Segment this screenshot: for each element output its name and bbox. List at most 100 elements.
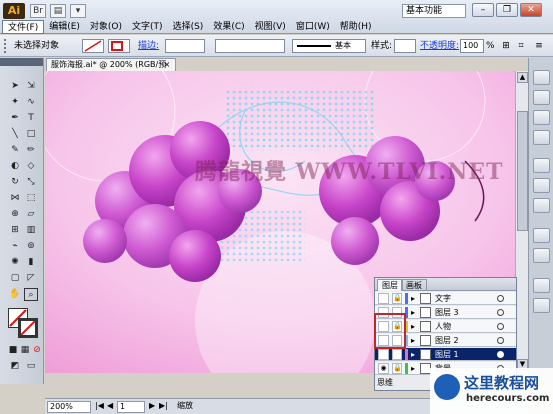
tab-layers[interactable]: 图层 bbox=[377, 279, 403, 291]
lock-icon[interactable]: 🔒 bbox=[392, 293, 402, 304]
tab-artboards[interactable]: 画板 bbox=[401, 279, 427, 291]
swatches-panel-icon[interactable] bbox=[533, 90, 550, 105]
transparency-panel-icon[interactable] bbox=[533, 198, 550, 213]
shape-builder-tool-icon[interactable]: ⊕ bbox=[8, 208, 22, 221]
color-panel-icon[interactable] bbox=[533, 70, 550, 85]
gradient-tool-icon[interactable]: ▥ bbox=[24, 224, 38, 237]
status-text[interactable]: 缩放 bbox=[175, 401, 325, 413]
target-icon[interactable] bbox=[497, 295, 504, 302]
pen-tool-icon[interactable]: ✒ bbox=[8, 112, 22, 125]
direct-selection-tool-icon[interactable]: ⇲ bbox=[24, 80, 38, 93]
lasso-tool-icon[interactable]: ∿ bbox=[24, 96, 38, 109]
brushes-panel-icon[interactable] bbox=[533, 110, 550, 125]
symbol-sprayer-tool-icon[interactable]: ✺ bbox=[8, 256, 22, 269]
graphic-style-select[interactable] bbox=[394, 39, 416, 53]
type-tool-icon[interactable]: T bbox=[24, 112, 38, 125]
slice-tool-icon[interactable]: ◸ bbox=[24, 272, 38, 285]
scroll-up-icon[interactable]: ▲ bbox=[517, 72, 528, 83]
perspective-grid-tool-icon[interactable]: ▱ bbox=[24, 208, 38, 221]
menu-object[interactable]: 对象(O) bbox=[85, 20, 127, 34]
document-tab[interactable]: 服饰海报.ai* @ 200% (RGB/预览) × bbox=[46, 58, 176, 81]
stroke-weight-field[interactable] bbox=[165, 39, 205, 53]
first-page-icon[interactable]: |◀ bbox=[95, 401, 104, 410]
blob-brush-tool-icon[interactable]: ◐ bbox=[8, 160, 22, 173]
menu-help[interactable]: 帮助(H) bbox=[335, 20, 377, 34]
bridge-icon[interactable]: Br bbox=[30, 4, 46, 18]
rotate-tool-icon[interactable]: ↻ bbox=[8, 176, 22, 189]
transform-icon[interactable]: ⌗ bbox=[515, 39, 527, 53]
next-page-icon[interactable]: ▶ bbox=[149, 401, 155, 410]
eye-icon[interactable]: ◉ bbox=[378, 363, 389, 374]
opacity-link[interactable]: 不透明度: bbox=[420, 39, 459, 53]
screen-mode-icon[interactable]: ▭ bbox=[24, 360, 38, 373]
arrange-menu-icon[interactable]: ▾ bbox=[70, 4, 86, 18]
lock-icon[interactable]: 🔒 bbox=[392, 363, 402, 374]
paintbrush-tool-icon[interactable]: ✎ bbox=[8, 144, 22, 157]
previous-page-icon[interactable]: ◀ bbox=[107, 401, 113, 410]
artboards-panel-icon[interactable] bbox=[533, 298, 550, 313]
magic-wand-tool-icon[interactable]: ✦ bbox=[8, 96, 22, 109]
eraser-tool-icon[interactable]: ◇ bbox=[24, 160, 38, 173]
menu-view[interactable]: 视图(V) bbox=[250, 20, 291, 34]
layers-panel-icon[interactable] bbox=[533, 278, 550, 293]
target-icon[interactable] bbox=[497, 337, 504, 344]
last-page-icon[interactable]: ▶| bbox=[159, 401, 168, 410]
expand-arrow-icon[interactable]: ▸ bbox=[411, 306, 415, 319]
restore-button[interactable]: ❐ bbox=[496, 3, 518, 17]
menu-file[interactable]: 文件(F) bbox=[2, 20, 45, 34]
artboard-tool-icon[interactable]: ▢ bbox=[8, 272, 22, 285]
target-icon[interactable] bbox=[497, 351, 504, 358]
width-tool-icon[interactable]: ⋈ bbox=[8, 192, 22, 205]
none-mode-icon[interactable]: ⊘ bbox=[30, 344, 44, 357]
minimize-button[interactable]: – bbox=[472, 3, 494, 17]
zoom-field[interactable]: 200% bbox=[47, 401, 91, 413]
close-button[interactable]: ✕ bbox=[520, 3, 542, 17]
scale-tool-icon[interactable]: ⤡ bbox=[24, 176, 38, 189]
stroke-swatch[interactable] bbox=[108, 39, 130, 53]
eye-icon[interactable]: ◉ bbox=[378, 349, 389, 360]
fill-swatch[interactable] bbox=[82, 39, 104, 53]
rectangle-tool-icon[interactable]: □ bbox=[24, 128, 38, 141]
target-icon[interactable] bbox=[497, 309, 504, 316]
workspace-select[interactable]: 基本功能 bbox=[402, 4, 466, 18]
expand-arrow-icon[interactable]: ▸ bbox=[411, 320, 415, 333]
expand-arrow-icon[interactable]: ▸ bbox=[411, 292, 415, 305]
scroll-thumb[interactable] bbox=[517, 111, 528, 231]
layer-row-text[interactable]: 🔒 ▸ 文字 bbox=[375, 292, 516, 305]
arrange-documents-icon[interactable]: ▤ bbox=[50, 4, 66, 18]
blend-tool-icon[interactable]: ⊚ bbox=[24, 240, 38, 253]
graphic-styles-panel-icon[interactable] bbox=[533, 248, 550, 263]
tab-close-icon[interactable]: × bbox=[161, 59, 173, 71]
visibility-toggle-icon[interactable] bbox=[378, 293, 389, 304]
opacity-field[interactable]: 100 bbox=[460, 39, 484, 53]
eyedropper-tool-icon[interactable]: ⌁ bbox=[8, 240, 22, 253]
gradient-panel-icon[interactable] bbox=[533, 178, 550, 193]
draw-mode-icon[interactable]: ◩ bbox=[8, 360, 22, 373]
graph-tool-icon[interactable]: ▮ bbox=[24, 256, 38, 269]
free-transform-tool-icon[interactable]: ⬚ bbox=[24, 192, 38, 205]
mesh-tool-icon[interactable]: ⊞ bbox=[8, 224, 22, 237]
target-icon[interactable] bbox=[497, 323, 504, 330]
expand-arrow-icon[interactable]: ▸ bbox=[411, 348, 415, 361]
variable-width-select[interactable] bbox=[215, 39, 285, 53]
line-tool-icon[interactable]: ╲ bbox=[8, 128, 22, 141]
stroke-link[interactable]: 描边: bbox=[138, 39, 159, 53]
page-field[interactable]: 1 bbox=[117, 401, 145, 413]
pencil-tool-icon[interactable]: ✏ bbox=[24, 144, 38, 157]
stroke-indicator[interactable] bbox=[18, 318, 38, 338]
align-icon[interactable]: ⊞ bbox=[500, 39, 512, 53]
stroke-panel-icon[interactable] bbox=[533, 158, 550, 173]
menu-window[interactable]: 窗口(W) bbox=[291, 20, 335, 34]
brush-definition-select[interactable]: 基本 bbox=[292, 39, 366, 53]
lock-cell[interactable] bbox=[392, 349, 402, 360]
symbols-panel-icon[interactable] bbox=[533, 130, 550, 145]
menu-effect[interactable]: 效果(C) bbox=[208, 20, 249, 34]
menu-edit[interactable]: 编辑(E) bbox=[44, 20, 85, 34]
selection-tool-icon[interactable]: ➤ bbox=[8, 80, 22, 93]
layer-row-layer1[interactable]: ◉ ▸ 图层 1 bbox=[375, 348, 516, 361]
expand-arrow-icon[interactable]: ▸ bbox=[411, 362, 415, 375]
zoom-tool-icon[interactable]: ⌕ bbox=[24, 288, 38, 301]
menu-type[interactable]: 文字(T) bbox=[127, 20, 168, 34]
panel-menu-icon[interactable]: ≡ bbox=[533, 39, 545, 53]
hand-tool-icon[interactable]: ✋ bbox=[8, 288, 22, 301]
